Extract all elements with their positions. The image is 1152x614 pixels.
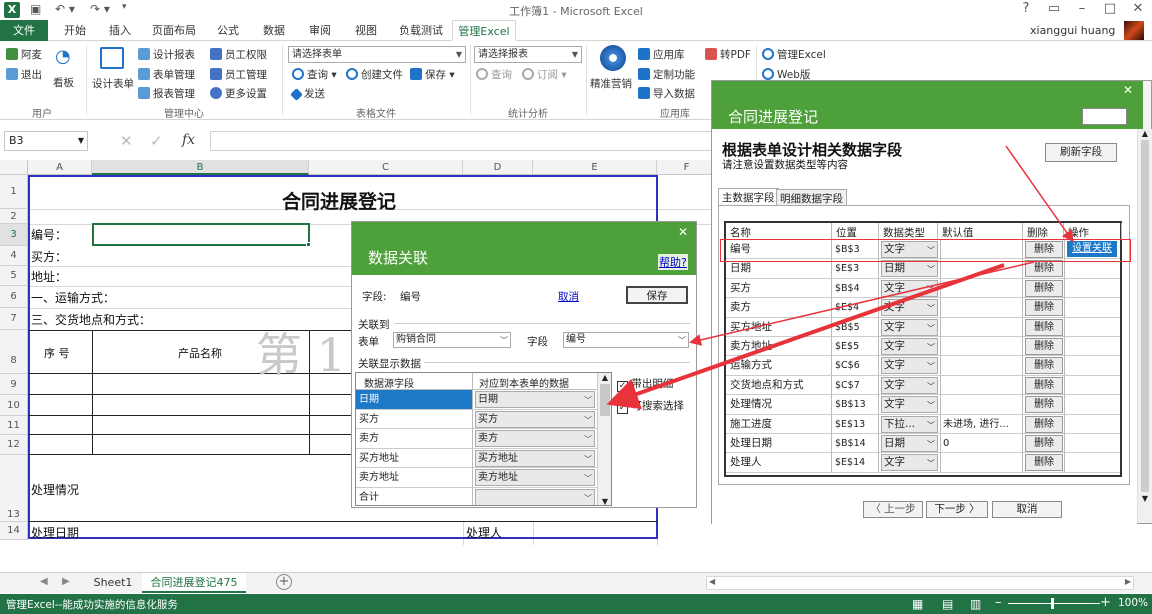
status-text: 管理Excel--能成功实施的信息化服务 [6, 599, 178, 611]
zoom-slider[interactable] [1008, 603, 1100, 604]
zoom-in-icon[interactable]: + [1100, 595, 1111, 610]
page-break-icon[interactable]: ▥ [970, 597, 981, 611]
scroll-right-icon[interactable]: ▶ [1125, 577, 1131, 586]
status-bar: 管理Excel--能成功实施的信息化服务 ▦ ▤ ▥ – + 100% [0, 594, 1152, 614]
sheet-tabs-bar: ◀ ▶ Sheet1 合同进展登记475 + ◀ ▶ [0, 572, 1152, 593]
next-sheet-icon[interactable]: ▶ [62, 576, 70, 587]
sheet-tab-contract[interactable]: 合同进展登记475 [142, 573, 246, 593]
page-layout-icon[interactable]: ▤ [942, 597, 953, 611]
arrow-to-set-link [1005, 145, 1074, 243]
sheet-tab-sheet1[interactable]: Sheet1 [88, 573, 138, 593]
normal-view-icon[interactable]: ▦ [912, 597, 923, 611]
zoom-level[interactable]: 100% [1118, 597, 1148, 609]
zoom-slider-thumb[interactable] [1051, 598, 1054, 609]
add-sheet-icon[interactable]: + [276, 574, 292, 590]
annotation-arrows [606, 145, 1074, 410]
arrow-to-checkbox [606, 263, 1005, 410]
prev-sheet-icon[interactable]: ◀ [40, 576, 48, 587]
horizontal-scrollbar[interactable]: ◀ ▶ [706, 576, 1134, 590]
zoom-out-icon[interactable]: – [995, 595, 1002, 610]
scroll-left-icon[interactable]: ◀ [709, 577, 715, 586]
